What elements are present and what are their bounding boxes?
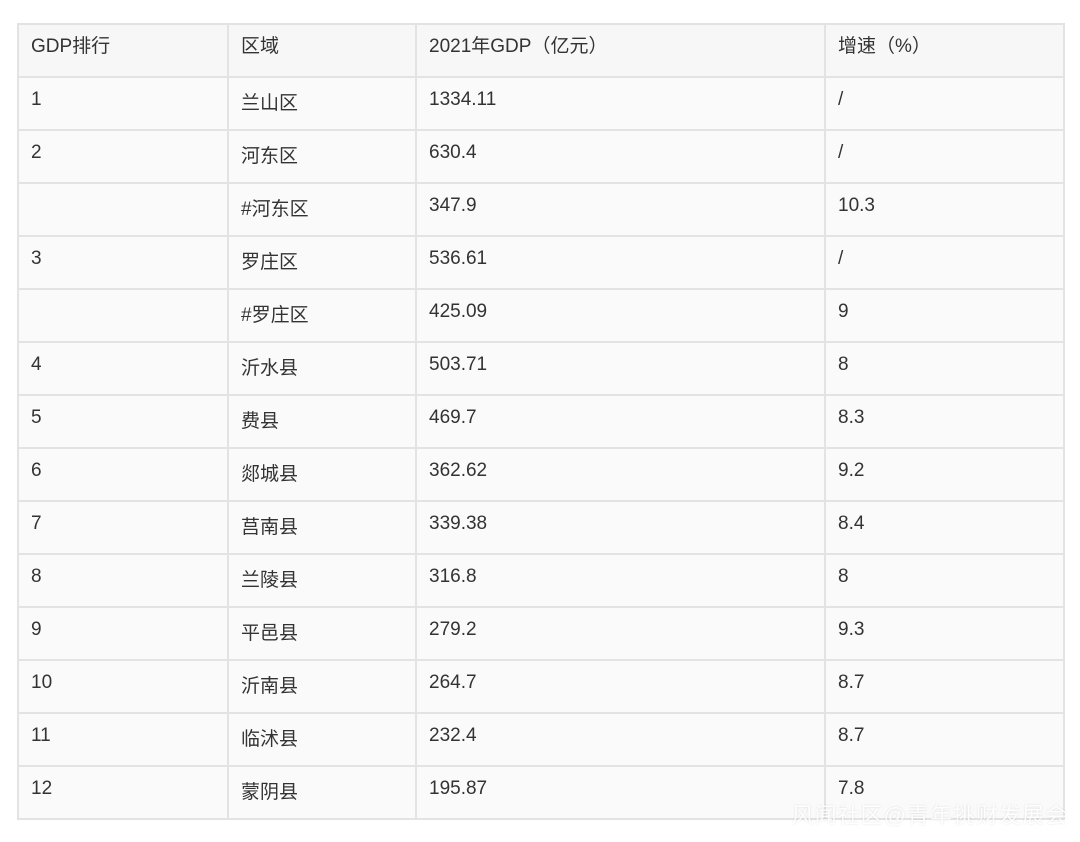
header-rank: GDP排行 bbox=[17, 23, 229, 78]
gdp-ranking-table: GDP排行 区域 2021年GDP（亿元） 增速（%） 1 兰山区 1334.1… bbox=[17, 23, 1065, 820]
cell-region: 兰陵县 bbox=[227, 553, 417, 608]
cell-region: 罗庄区 bbox=[227, 235, 417, 290]
cell-rank: 11 bbox=[17, 712, 229, 767]
cell-gdp: 339.38 bbox=[415, 500, 826, 555]
table-row: #河东区 347.9 10.3 bbox=[17, 182, 1065, 237]
cell-growth: 8.7 bbox=[824, 712, 1065, 767]
table-row: 1 兰山区 1334.11 / bbox=[17, 76, 1065, 131]
table-row: 7 莒南县 339.38 8.4 bbox=[17, 500, 1065, 555]
cell-growth: 8 bbox=[824, 553, 1065, 608]
cell-rank: 10 bbox=[17, 659, 229, 714]
watermark: 风闻社区@青年挑财发展会 bbox=[791, 803, 1068, 828]
cell-region: 沂南县 bbox=[227, 659, 417, 714]
cell-growth: 8.4 bbox=[824, 500, 1065, 555]
cell-growth: 8.3 bbox=[824, 394, 1065, 449]
cell-region: #罗庄区 bbox=[227, 288, 417, 343]
header-region: 区域 bbox=[227, 23, 417, 78]
cell-gdp: 630.4 bbox=[415, 129, 826, 184]
cell-growth: 8 bbox=[824, 341, 1065, 396]
cell-gdp: 316.8 bbox=[415, 553, 826, 608]
cell-rank: 1 bbox=[17, 76, 229, 131]
cell-growth: 10.3 bbox=[824, 182, 1065, 237]
cell-gdp: 503.71 bbox=[415, 341, 826, 396]
cell-region: 临沭县 bbox=[227, 712, 417, 767]
table-row: 11 临沭县 232.4 8.7 bbox=[17, 712, 1065, 767]
cell-growth: / bbox=[824, 235, 1065, 290]
cell-rank: 7 bbox=[17, 500, 229, 555]
cell-growth: 9.2 bbox=[824, 447, 1065, 502]
table-row: 4 沂水县 503.71 8 bbox=[17, 341, 1065, 396]
cell-growth: / bbox=[824, 129, 1065, 184]
table-row: 2 河东区 630.4 / bbox=[17, 129, 1065, 184]
cell-region: #河东区 bbox=[227, 182, 417, 237]
cell-rank: 12 bbox=[17, 765, 229, 820]
cell-gdp: 536.61 bbox=[415, 235, 826, 290]
cell-rank bbox=[17, 288, 229, 343]
cell-gdp: 425.09 bbox=[415, 288, 826, 343]
header-gdp: 2021年GDP（亿元） bbox=[415, 23, 826, 78]
cell-gdp: 1334.11 bbox=[415, 76, 826, 131]
cell-region: 平邑县 bbox=[227, 606, 417, 661]
table-row: 5 费县 469.7 8.3 bbox=[17, 394, 1065, 449]
cell-gdp: 232.4 bbox=[415, 712, 826, 767]
gdp-table-container: GDP排行 区域 2021年GDP（亿元） 增速（%） 1 兰山区 1334.1… bbox=[17, 23, 1065, 820]
cell-rank: 4 bbox=[17, 341, 229, 396]
cell-growth: 8.7 bbox=[824, 659, 1065, 714]
table-row: #罗庄区 425.09 9 bbox=[17, 288, 1065, 343]
cell-gdp: 469.7 bbox=[415, 394, 826, 449]
cell-gdp: 195.87 bbox=[415, 765, 826, 820]
cell-region: 河东区 bbox=[227, 129, 417, 184]
cell-growth: 9.3 bbox=[824, 606, 1065, 661]
header-growth: 增速（%） bbox=[824, 23, 1065, 78]
table-row: 10 沂南县 264.7 8.7 bbox=[17, 659, 1065, 714]
cell-rank: 5 bbox=[17, 394, 229, 449]
cell-region: 沂水县 bbox=[227, 341, 417, 396]
cell-region: 莒南县 bbox=[227, 500, 417, 555]
table-row: 6 郯城县 362.62 9.2 bbox=[17, 447, 1065, 502]
cell-rank: 6 bbox=[17, 447, 229, 502]
cell-region: 蒙阴县 bbox=[227, 765, 417, 820]
cell-growth: 9 bbox=[824, 288, 1065, 343]
cell-rank: 2 bbox=[17, 129, 229, 184]
cell-region: 费县 bbox=[227, 394, 417, 449]
cell-rank: 9 bbox=[17, 606, 229, 661]
cell-gdp: 362.62 bbox=[415, 447, 826, 502]
table-row: 3 罗庄区 536.61 / bbox=[17, 235, 1065, 290]
cell-gdp: 264.7 bbox=[415, 659, 826, 714]
cell-growth: / bbox=[824, 76, 1065, 131]
cell-region: 郯城县 bbox=[227, 447, 417, 502]
cell-rank: 8 bbox=[17, 553, 229, 608]
cell-gdp: 279.2 bbox=[415, 606, 826, 661]
cell-gdp: 347.9 bbox=[415, 182, 826, 237]
table-row: 8 兰陵县 316.8 8 bbox=[17, 553, 1065, 608]
cell-region: 兰山区 bbox=[227, 76, 417, 131]
cell-rank bbox=[17, 182, 229, 237]
table-row: 9 平邑县 279.2 9.3 bbox=[17, 606, 1065, 661]
cell-rank: 3 bbox=[17, 235, 229, 290]
table-header-row: GDP排行 区域 2021年GDP（亿元） 增速（%） bbox=[17, 23, 1065, 78]
